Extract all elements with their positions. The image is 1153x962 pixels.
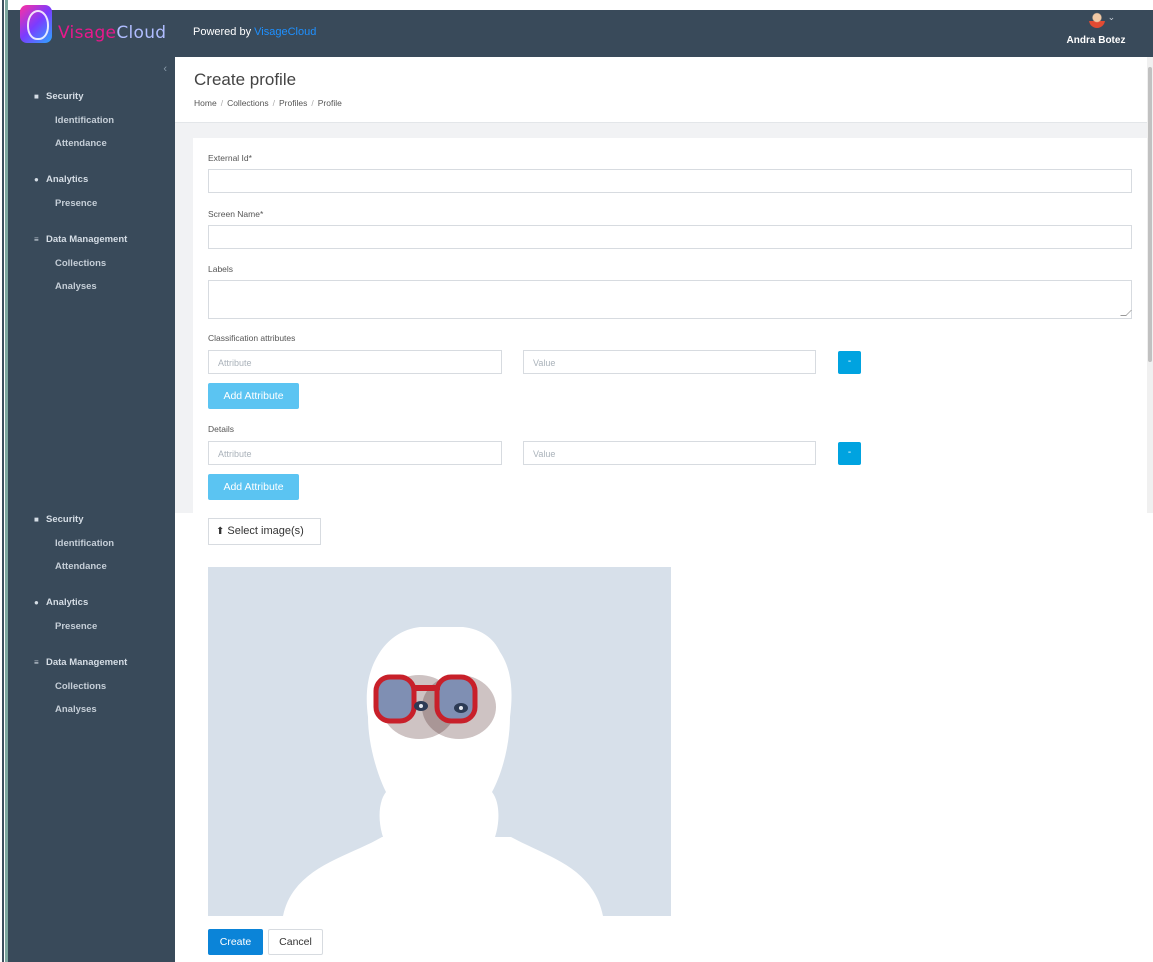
sidebar-item-analyses[interactable]: Analyses xyxy=(8,698,175,721)
details-attribute-input[interactable]: Attribute xyxy=(208,441,502,465)
list-icon: ≡ xyxy=(34,235,39,244)
sidebar-group-label: Data Management xyxy=(46,234,128,245)
breadcrumb-collections[interactable]: Collections xyxy=(227,98,269,108)
remove-details-attribute-button[interactable]: - xyxy=(838,442,861,465)
sidebar-group-label: Analytics xyxy=(46,597,89,608)
content-header: Create profile Home / Collections / Profiles… xyxy=(175,57,1153,123)
create-button[interactable]: Create xyxy=(208,929,263,955)
sidebar-item-identification[interactable]: Identification xyxy=(8,109,175,132)
sidebar-group-label: Security xyxy=(46,91,84,102)
select-images-button[interactable]: ⬆ Select image(s) xyxy=(208,518,321,545)
top-navbar: VisageCloud Powered by VisageCloud ⌄ And… xyxy=(8,0,1153,57)
user-name: Andra Botez xyxy=(1066,35,1126,46)
add-classification-attribute-button[interactable]: Add Attribute xyxy=(208,383,299,409)
remove-classification-attribute-button[interactable]: - xyxy=(838,351,861,374)
sidebar-menu: ■ Security Identification Attendance ● Ana… xyxy=(8,85,175,298)
sidebar-item-collections[interactable]: Collections xyxy=(8,252,175,275)
sidebar-group-analytics[interactable]: ● Analytics xyxy=(8,168,175,192)
breadcrumb-home[interactable]: Home xyxy=(194,98,217,108)
visagecloud-logo[interactable] xyxy=(12,2,56,50)
powered-by-prefix: Powered by xyxy=(193,26,255,38)
profile-image-preview xyxy=(208,567,671,916)
sidebar-group-data-management[interactable]: ≡ Data Management xyxy=(8,228,175,252)
video-camera-icon: ■ xyxy=(34,92,39,101)
brand-part-2: Cloud xyxy=(116,23,167,43)
attribute-placeholder: Attribute xyxy=(218,358,252,368)
breadcrumb-profiles[interactable]: Profiles xyxy=(279,98,307,108)
breadcrumb: Home / Collections / Profiles / Profile xyxy=(194,98,342,108)
classification-attributes-label: Classification attributes xyxy=(208,333,296,343)
details-value-input[interactable]: Value xyxy=(523,441,816,465)
sidebar-group-label: Security xyxy=(46,514,84,525)
add-details-attribute-button[interactable]: Add Attribute xyxy=(208,474,299,500)
sidebar-item-analyses[interactable]: Analyses xyxy=(8,275,175,298)
sidebar-group-security[interactable]: ■ Security xyxy=(8,85,175,109)
classification-attribute-input[interactable]: Attribute xyxy=(208,350,502,374)
brand-part-1: Visage xyxy=(58,23,117,43)
sidebar-group-label: Data Management xyxy=(46,657,128,668)
scrollbar-thumb[interactable] xyxy=(1148,67,1152,362)
user-avatar-icon xyxy=(1088,12,1105,28)
sidebar-item-identification[interactable]: Identification xyxy=(8,532,175,555)
external-id-label: External Id* xyxy=(208,153,252,163)
powered-by-link[interactable]: VisageCloud xyxy=(254,26,316,38)
sidebar-item-presence[interactable]: Presence xyxy=(8,192,175,215)
sidebar-group-analytics[interactable]: ● Analytics xyxy=(8,591,175,615)
attribute-placeholder: Attribute xyxy=(218,449,252,459)
brand-name[interactable]: VisageCloud xyxy=(58,23,166,43)
value-placeholder: Value xyxy=(533,449,556,459)
external-id-input[interactable] xyxy=(208,169,1132,193)
sidebar-item-attendance[interactable]: Attendance xyxy=(8,132,175,155)
breadcrumb-profile: Profile xyxy=(317,98,342,108)
pie-chart-icon: ● xyxy=(34,175,39,184)
value-placeholder: Value xyxy=(533,358,556,368)
list-icon: ≡ xyxy=(34,658,39,667)
sidebar-group-security[interactable]: ■ Security xyxy=(8,508,175,532)
sidebar-menu-repeat: ■ Security Identification Attendance ● Ana… xyxy=(8,508,175,721)
pie-chart-icon: ● xyxy=(34,598,39,607)
sidebar-item-collections[interactable]: Collections xyxy=(8,675,175,698)
details-label: Details xyxy=(208,424,234,434)
sidebar-item-attendance[interactable]: Attendance xyxy=(8,555,175,578)
select-images-label: Select image(s) xyxy=(227,525,304,537)
screen-name-input[interactable] xyxy=(208,225,1132,249)
silhouette-with-sunglasses-image xyxy=(208,567,671,916)
face-logo-icon xyxy=(20,5,52,43)
page-scrollbar[interactable] xyxy=(1147,57,1153,513)
sidebar-collapse-icon[interactable]: ‹ xyxy=(163,63,167,75)
labels-label: Labels xyxy=(208,264,234,274)
window-left-edge xyxy=(0,0,8,962)
chevron-down-icon: ⌄ xyxy=(1107,12,1116,22)
sidebar-group-label: Analytics xyxy=(46,174,89,185)
powered-by-text: Powered by VisageCloud xyxy=(193,26,316,38)
sidebar-group-data-management[interactable]: ≡ Data Management xyxy=(8,651,175,675)
classification-value-input[interactable]: Value xyxy=(523,350,816,374)
page-title: Create profile xyxy=(194,70,297,89)
user-menu[interactable]: ⌄ Andra Botez xyxy=(1061,12,1131,46)
labels-textarea[interactable] xyxy=(208,280,1132,319)
sidebar-item-presence[interactable]: Presence xyxy=(8,615,175,638)
screen-name-label: Screen Name* xyxy=(208,209,264,219)
video-camera-icon: ■ xyxy=(34,515,39,524)
cancel-button[interactable]: Cancel xyxy=(268,929,323,955)
sidebar: ‹ ■ Security Identification Attendance ● A… xyxy=(8,57,175,962)
upload-icon: ⬆ xyxy=(216,526,225,537)
resize-handle-icon[interactable] xyxy=(1120,310,1132,316)
